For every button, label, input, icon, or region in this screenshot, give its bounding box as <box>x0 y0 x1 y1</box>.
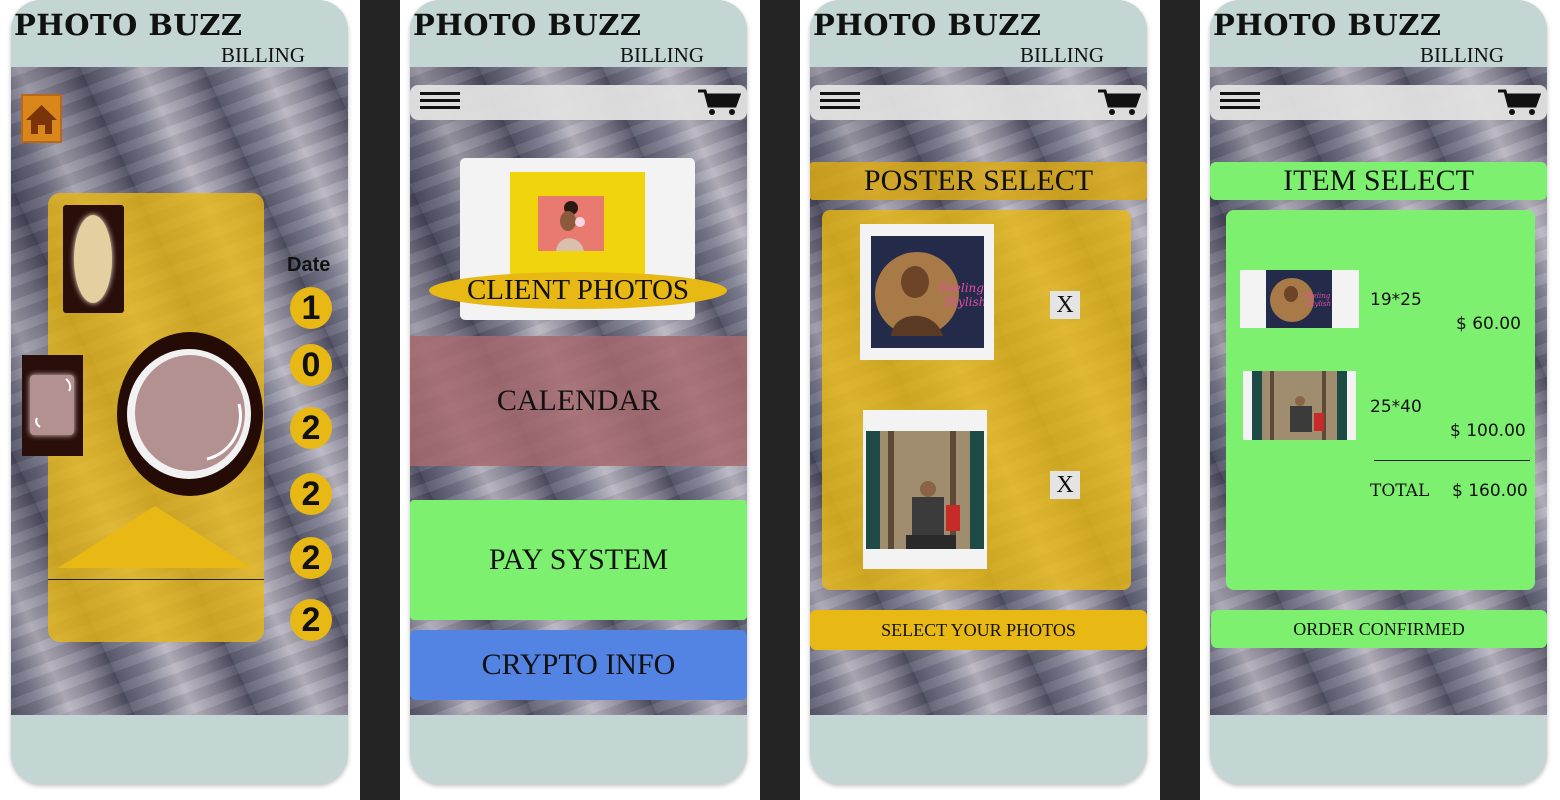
total-divider <box>1374 460 1530 461</box>
date-digit[interactable]: 2 <box>290 407 332 449</box>
item-thumbnail: Feeling Stylish <box>1240 270 1359 328</box>
pay-system-button[interactable]: PAY SYSTEM <box>410 500 747 620</box>
total-label: TOTAL <box>1370 481 1430 501</box>
screen-separator <box>360 0 400 800</box>
menu-icon[interactable] <box>420 90 460 112</box>
remove-poster-button[interactable]: X <box>1050 471 1080 499</box>
select-your-photos-button[interactable]: SELECT YOUR PHOTOS <box>810 610 1147 650</box>
date-label: Date <box>287 254 331 276</box>
calendar-button[interactable]: CALENDAR <box>410 336 747 466</box>
screen-menu: PHOTO BUZZ BILLING CLIENT PHOTOS CALENDA… <box>410 0 747 784</box>
screen-poster-select: PHOTO BUZZ BILLING POSTER SELECT Feeling… <box>810 0 1147 784</box>
home-icon <box>26 105 57 134</box>
app-subtitle: BILLING <box>221 43 305 67</box>
date-digit[interactable]: 2 <box>290 473 332 515</box>
svg-text:Stylish: Stylish <box>1307 300 1331 308</box>
nav-bar <box>410 85 747 120</box>
crypto-info-button[interactable]: CRYPTO INFO <box>410 630 747 700</box>
screen-item-select: PHOTO BUZZ BILLING ITEM SELECT Feeling S… <box>1210 0 1547 784</box>
app-subtitle: BILLING <box>1020 43 1104 67</box>
app-subtitle: BILLING <box>1420 43 1504 67</box>
screen-separator <box>1160 0 1200 800</box>
item-select-heading: ITEM SELECT <box>1210 162 1547 200</box>
app-header: PHOTO BUZZ BILLING <box>810 0 1147 67</box>
app-header: PHOTO BUZZ BILLING <box>1210 0 1547 67</box>
app-title: PHOTO BUZZ <box>413 8 642 42</box>
item-price: $ 60.00 <box>1456 314 1521 334</box>
home-button[interactable] <box>21 94 62 143</box>
cart-icon[interactable] <box>1097 88 1141 116</box>
client-photo-thumbnail <box>538 196 604 251</box>
svg-text:Feeling: Feeling <box>938 281 984 295</box>
app-header: PHOTO BUZZ BILLING <box>11 0 348 67</box>
svg-text:Stylish: Stylish <box>945 295 984 309</box>
item-size: 19*25 <box>1370 290 1422 310</box>
nav-bar <box>810 85 1147 120</box>
poster-thumbnail[interactable] <box>863 410 987 569</box>
date-digit[interactable]: 1 <box>290 287 332 329</box>
camera-side-panel <box>22 355 83 456</box>
menu-icon[interactable] <box>820 90 860 112</box>
app-header: PHOTO BUZZ BILLING <box>410 0 747 67</box>
item-thumbnail <box>1243 371 1356 440</box>
poster-select-heading: POSTER SELECT <box>810 162 1147 200</box>
order-confirmed-button[interactable]: ORDER CONFIRMED <box>1211 610 1547 648</box>
cart-icon[interactable] <box>1497 88 1541 116</box>
app-title: PHOTO BUZZ <box>14 8 243 42</box>
cart-icon[interactable] <box>697 88 741 116</box>
app-title: PHOTO BUZZ <box>1213 8 1442 42</box>
menu-icon[interactable] <box>1220 90 1260 112</box>
remove-poster-button[interactable]: X <box>1050 291 1080 319</box>
app-subtitle: BILLING <box>620 43 704 67</box>
date-digit[interactable]: 2 <box>290 537 332 579</box>
total-value: $ 160.00 <box>1452 481 1528 501</box>
date-digit[interactable]: 2 <box>290 599 332 641</box>
date-digit[interactable]: 0 <box>290 344 332 386</box>
item-price: $ 100.00 <box>1450 421 1526 441</box>
nav-bar <box>1210 85 1547 120</box>
screen-separator <box>760 0 800 800</box>
svg-text:Feeling: Feeling <box>1303 292 1331 300</box>
item-size: 25*40 <box>1370 397 1422 417</box>
poster-thumbnail[interactable]: Feeling Stylish <box>860 224 994 360</box>
screen-date: PHOTO BUZZ BILLING Date 1 0 2 2 2 2 <box>11 0 348 784</box>
app-title: PHOTO BUZZ <box>813 8 1042 42</box>
client-photos-button[interactable]: CLIENT PHOTOS <box>429 272 727 309</box>
